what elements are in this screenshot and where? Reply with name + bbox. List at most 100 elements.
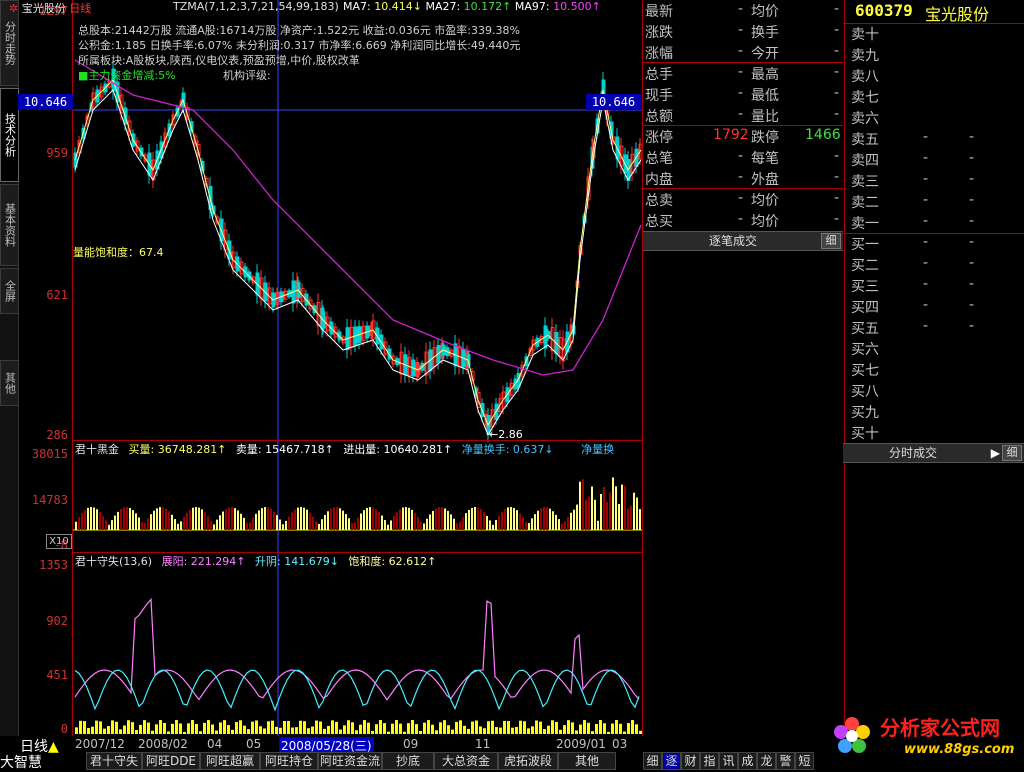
panel2-bar: [247, 729, 250, 734]
bottom-tab[interactable]: 虎拓波段: [498, 752, 558, 770]
volume-bar: [636, 497, 638, 530]
panel2-bar: [243, 725, 246, 734]
panel1-header: 君十黑金 买量: 36748.281↑ 卖量: 15467.718↑ 进出量: …: [75, 441, 614, 457]
panel2-bar: [599, 720, 602, 734]
bid-row: 买九: [843, 401, 1024, 422]
book-divider: [843, 233, 1024, 234]
volume-bar: [351, 522, 353, 530]
bottom-tab[interactable]: 阿旺持仓: [260, 752, 318, 770]
volume-bar: [639, 509, 641, 530]
trade-detail-small[interactable]: 细: [821, 233, 841, 249]
stock-code: 600379: [855, 1, 913, 20]
volume-bar: [408, 507, 410, 530]
panel2-bar: [523, 721, 526, 734]
bottom-tab[interactable]: 大总资金: [434, 752, 498, 770]
bid-row: 买一 - -: [843, 233, 1024, 254]
volume-bar: [552, 511, 554, 530]
trade-detail-button[interactable]: 逐笔成交 细: [643, 231, 843, 251]
quote-row: 涨跌 - 换手 -: [643, 21, 843, 42]
play-icon[interactable]: ▶: [991, 444, 1000, 462]
panel2-bar: [307, 728, 310, 734]
volume-bar: [255, 513, 257, 530]
volume-bar: [159, 507, 161, 530]
side-tab[interactable]: 龙: [757, 752, 776, 770]
period-tab[interactable]: 日线▲: [20, 736, 59, 756]
panel2-bar: [87, 727, 90, 734]
volume-bar: [447, 510, 449, 530]
tab-fundamentals[interactable]: 基本资料: [0, 184, 19, 266]
side-tab[interactable]: 成: [738, 752, 757, 770]
panel2-bar: [303, 721, 306, 734]
fund-line-1: 总股本:21442万股 流通A股:16714万股 净资产:1.522元 收益:0…: [78, 24, 520, 37]
volume-bar: [573, 509, 575, 530]
star-icon: ✲: [9, 2, 19, 15]
panel2-bar: [463, 725, 466, 734]
volume-bar: [126, 507, 128, 530]
volume-bar: [564, 521, 566, 530]
side-tab[interactable]: 警: [776, 752, 795, 770]
panel2-bar: [571, 722, 574, 734]
volume-bar: [183, 516, 185, 530]
bottom-tab[interactable]: 阿旺DDE: [142, 752, 200, 770]
panel2-bar: [331, 720, 334, 734]
panel2-bar: [455, 721, 458, 734]
volume-bar: [399, 509, 401, 530]
panel2-bar: [475, 720, 478, 734]
fund-line-4: ■主力资金增减:5%: [78, 69, 176, 82]
volume-bar: [381, 515, 383, 530]
panel2-bar: [483, 728, 486, 734]
bottom-tab[interactable]: 阿旺超赢: [200, 752, 260, 770]
panel2-bar: [431, 724, 434, 734]
volume-bar: [201, 509, 203, 530]
level-label: 卖一: [851, 216, 879, 232]
side-tab[interactable]: 指: [700, 752, 719, 770]
tab-fullscreen[interactable]: 全屏: [0, 268, 19, 314]
volume-bar: [366, 507, 368, 530]
brand-url: www.88gs.com: [904, 742, 1015, 757]
volume-bar: [261, 508, 263, 530]
panel1-inout: 进出量: 10640.281↑: [343, 443, 453, 456]
volume-bar: [336, 507, 338, 530]
panel2-bar: [195, 723, 198, 734]
panel2-bar: [611, 723, 614, 734]
side-tab[interactable]: 财: [681, 752, 700, 770]
ask-row: 卖七: [843, 86, 1024, 107]
panel2-bar: [335, 721, 338, 734]
volume-bar: [78, 517, 80, 530]
bottom-tab[interactable]: 阿旺资金流: [318, 752, 382, 770]
bottom-tab[interactable]: 抄底: [382, 752, 434, 770]
volume-bar: [102, 515, 104, 530]
volume-bar: [597, 520, 599, 530]
kline-chart[interactable]: ✲ 宝光股份 日线 TZMA(7,1,2,3,7,21,54,99,183) M…: [9, 0, 642, 736]
bottom-tab[interactable]: 其他: [558, 752, 616, 770]
tab-other[interactable]: 其他: [0, 360, 19, 406]
scale-button[interactable]: X10: [46, 534, 72, 549]
side-tab[interactable]: 逐: [662, 752, 681, 770]
chart-canvas: [73, 0, 642, 736]
volume-bar: [387, 524, 389, 530]
bottom-tab[interactable]: 君十守失: [86, 752, 142, 770]
quote-label: 涨跌: [645, 25, 673, 41]
volume-bar: [480, 509, 482, 530]
side-tab[interactable]: 细: [643, 752, 662, 770]
panel2-bar: [159, 720, 162, 734]
ma27-label: MA27:: [425, 0, 461, 13]
panel2-bar: [351, 722, 354, 734]
time-trade-small[interactable]: 细: [1002, 445, 1022, 461]
panel2-bar: [411, 720, 414, 734]
quote-value: -: [737, 211, 743, 227]
panel2-bar: [539, 721, 542, 734]
quote-value-2: -: [833, 43, 839, 59]
volume-bar: [600, 494, 602, 530]
side-tab[interactable]: 短: [795, 752, 814, 770]
side-tab[interactable]: 讯: [719, 752, 738, 770]
tab-technical[interactable]: 技术分析: [0, 88, 19, 182]
time-trade-button[interactable]: 分时成交 ▶ 细: [843, 443, 1024, 463]
volume-bar: [234, 508, 236, 530]
period-text: 日线: [20, 739, 48, 755]
volume-bar: [591, 486, 593, 530]
volume-bar: [213, 524, 215, 530]
volume-bar: [189, 509, 191, 530]
volume-bar: [429, 514, 431, 530]
panel2-b: 升阴: 141.679↓: [255, 555, 339, 568]
